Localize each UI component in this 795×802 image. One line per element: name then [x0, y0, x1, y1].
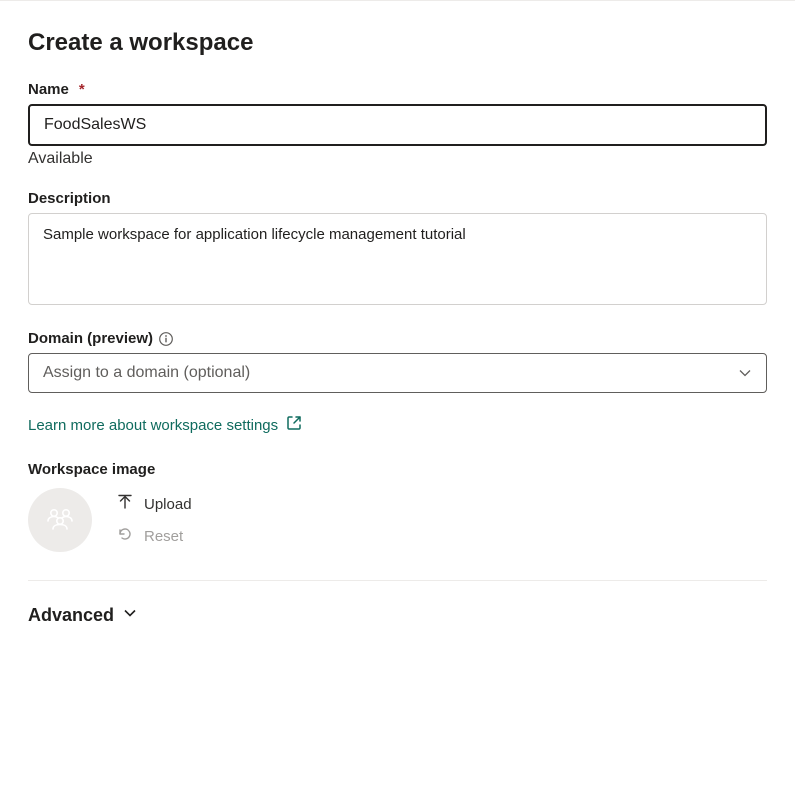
workspace-avatar — [28, 488, 92, 552]
workspace-image-group: Workspace image — [28, 461, 767, 552]
info-icon[interactable] — [159, 332, 173, 346]
domain-label-text: Domain (preview) — [28, 330, 153, 347]
workspace-image-row: Upload Reset — [28, 488, 767, 552]
name-status: Available — [28, 150, 767, 168]
reset-icon — [116, 525, 134, 547]
upload-button[interactable]: Upload — [116, 493, 192, 515]
domain-dropdown[interactable]: Assign to a domain (optional) — [28, 353, 767, 393]
people-icon — [43, 502, 77, 539]
name-field-group: Name * Available — [28, 81, 767, 168]
chevron-down-icon — [738, 366, 752, 380]
advanced-toggle[interactable]: Advanced — [28, 605, 767, 626]
required-indicator: * — [79, 81, 85, 98]
description-field-group: Description Sample workspace for applica… — [28, 190, 767, 308]
name-input[interactable] — [28, 104, 767, 146]
learn-more-link[interactable]: Learn more about workspace settings — [28, 415, 767, 435]
description-label: Description — [28, 190, 767, 207]
domain-label: Domain (preview) — [28, 330, 767, 347]
workspace-image-label-text: Workspace image — [28, 461, 155, 478]
reset-label: Reset — [144, 528, 183, 545]
domain-field-group: Domain (preview) Assign to a domain (opt… — [28, 330, 767, 393]
page-title: Create a workspace — [28, 29, 767, 57]
upload-label: Upload — [144, 496, 192, 513]
workspace-image-label: Workspace image — [28, 461, 767, 478]
name-label-text: Name — [28, 81, 69, 98]
name-label: Name * — [28, 81, 767, 98]
chevron-down-icon — [122, 605, 138, 626]
divider — [28, 580, 767, 581]
reset-button: Reset — [116, 525, 192, 547]
upload-icon — [116, 493, 134, 515]
image-actions: Upload Reset — [116, 493, 192, 547]
domain-placeholder: Assign to a domain (optional) — [43, 364, 250, 382]
description-label-text: Description — [28, 190, 111, 207]
learn-more-text: Learn more about workspace settings — [28, 417, 278, 434]
advanced-label: Advanced — [28, 605, 114, 626]
external-link-icon — [286, 415, 302, 435]
description-input[interactable]: Sample workspace for application lifecyc… — [28, 213, 767, 305]
